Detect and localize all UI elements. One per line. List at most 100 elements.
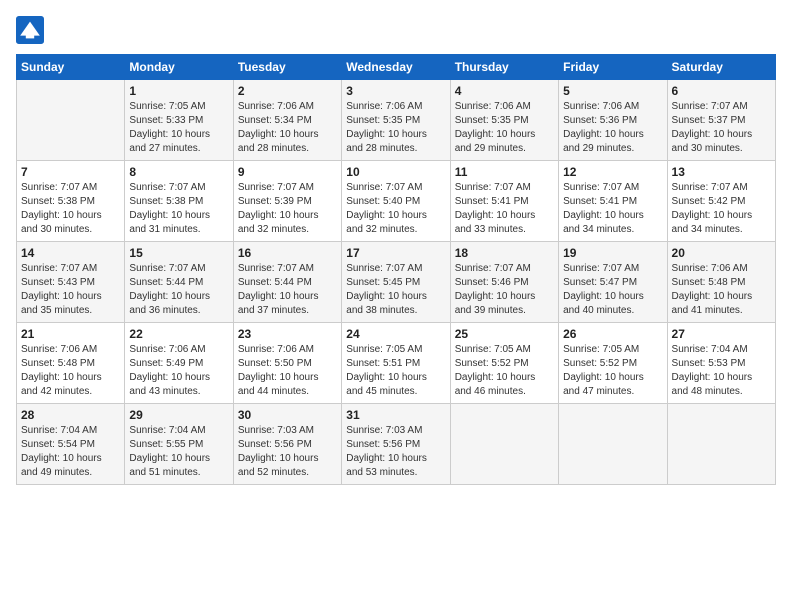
day-number: 29	[129, 408, 228, 422]
day-info: Sunrise: 7:07 AMSunset: 5:43 PMDaylight:…	[21, 262, 120, 318]
calendar-cell: 18 Sunrise: 7:07 AMSunset: 5:46 PMDayligh…	[450, 242, 558, 323]
weekday-header-thursday: Thursday	[450, 55, 558, 80]
calendar-header	[16, 16, 776, 44]
calendar-cell: 15 Sunrise: 7:07 AMSunset: 5:44 PMDayligh…	[125, 242, 233, 323]
weekday-header-saturday: Saturday	[667, 55, 775, 80]
calendar-cell: 25 Sunrise: 7:05 AMSunset: 5:52 PMDayligh…	[450, 323, 558, 404]
calendar-cell: 26 Sunrise: 7:05 AMSunset: 5:52 PMDayligh…	[559, 323, 667, 404]
day-number: 14	[21, 246, 120, 260]
day-number: 13	[672, 165, 771, 179]
day-number: 4	[455, 84, 554, 98]
calendar-cell: 29 Sunrise: 7:04 AMSunset: 5:55 PMDayligh…	[125, 404, 233, 485]
calendar-cell: 21 Sunrise: 7:06 AMSunset: 5:48 PMDayligh…	[17, 323, 125, 404]
day-info: Sunrise: 7:06 AMSunset: 5:50 PMDaylight:…	[238, 343, 337, 399]
day-number: 7	[21, 165, 120, 179]
calendar-cell	[450, 404, 558, 485]
weekday-header-row: SundayMondayTuesdayWednesdayThursdayFrid…	[17, 55, 776, 80]
day-info: Sunrise: 7:07 AMSunset: 5:38 PMDaylight:…	[129, 181, 228, 237]
day-number: 21	[21, 327, 120, 341]
week-row-3: 14 Sunrise: 7:07 AMSunset: 5:43 PMDayligh…	[17, 242, 776, 323]
day-info: Sunrise: 7:03 AMSunset: 5:56 PMDaylight:…	[346, 424, 445, 480]
calendar-cell: 5 Sunrise: 7:06 AMSunset: 5:36 PMDaylight…	[559, 80, 667, 161]
day-info: Sunrise: 7:05 AMSunset: 5:52 PMDaylight:…	[563, 343, 662, 399]
day-number: 24	[346, 327, 445, 341]
calendar-cell: 19 Sunrise: 7:07 AMSunset: 5:47 PMDayligh…	[559, 242, 667, 323]
calendar-cell: 17Sunrise: 7:07 AMSunset: 5:45 PMDayligh…	[342, 242, 450, 323]
day-info: Sunrise: 7:06 AMSunset: 5:35 PMDaylight:…	[346, 100, 445, 156]
weekday-header-tuesday: Tuesday	[233, 55, 341, 80]
calendar-cell: 9Sunrise: 7:07 AMSunset: 5:39 PMDaylight…	[233, 161, 341, 242]
calendar-cell: 1Sunrise: 7:05 AMSunset: 5:33 PMDaylight…	[125, 80, 233, 161]
calendar-cell: 22 Sunrise: 7:06 AMSunset: 5:49 PMDayligh…	[125, 323, 233, 404]
week-row-1: 1Sunrise: 7:05 AMSunset: 5:33 PMDaylight…	[17, 80, 776, 161]
day-number: 5	[563, 84, 662, 98]
day-number: 22	[129, 327, 228, 341]
day-number: 11	[455, 165, 554, 179]
calendar-cell	[17, 80, 125, 161]
calendar-cell: 8 Sunrise: 7:07 AMSunset: 5:38 PMDaylight…	[125, 161, 233, 242]
calendar-cell: 2Sunrise: 7:06 AMSunset: 5:34 PMDaylight…	[233, 80, 341, 161]
day-info: Sunrise: 7:06 AMSunset: 5:36 PMDaylight:…	[563, 100, 662, 156]
day-info: Sunrise: 7:07 AMSunset: 5:47 PMDaylight:…	[563, 262, 662, 318]
week-row-4: 21 Sunrise: 7:06 AMSunset: 5:48 PMDayligh…	[17, 323, 776, 404]
weekday-header-friday: Friday	[559, 55, 667, 80]
day-number: 23	[238, 327, 337, 341]
day-number: 20	[672, 246, 771, 260]
day-number: 15	[129, 246, 228, 260]
day-number: 25	[455, 327, 554, 341]
day-info: Sunrise: 7:07 AMSunset: 5:40 PMDaylight:…	[346, 181, 445, 237]
day-info: Sunrise: 7:06 AMSunset: 5:34 PMDaylight:…	[238, 100, 337, 156]
calendar-cell: 4Sunrise: 7:06 AMSunset: 5:35 PMDaylight…	[450, 80, 558, 161]
day-number: 8	[129, 165, 228, 179]
day-info: Sunrise: 7:05 AMSunset: 5:33 PMDaylight:…	[129, 100, 228, 156]
day-info: Sunrise: 7:07 AMSunset: 5:41 PMDaylight:…	[563, 181, 662, 237]
day-info: Sunrise: 7:06 AMSunset: 5:48 PMDaylight:…	[672, 262, 771, 318]
day-number: 19	[563, 246, 662, 260]
calendar-container: SundayMondayTuesdayWednesdayThursdayFrid…	[0, 0, 792, 495]
day-info: Sunrise: 7:07 AMSunset: 5:46 PMDaylight:…	[455, 262, 554, 318]
day-info: Sunrise: 7:04 AMSunset: 5:54 PMDaylight:…	[21, 424, 120, 480]
calendar-cell: 31 Sunrise: 7:03 AMSunset: 5:56 PMDayligh…	[342, 404, 450, 485]
calendar-cell: 3 Sunrise: 7:06 AMSunset: 5:35 PMDaylight…	[342, 80, 450, 161]
day-info: Sunrise: 7:06 AMSunset: 5:49 PMDaylight:…	[129, 343, 228, 399]
calendar-cell: 10 Sunrise: 7:07 AMSunset: 5:40 PMDayligh…	[342, 161, 450, 242]
day-info: Sunrise: 7:04 AMSunset: 5:55 PMDaylight:…	[129, 424, 228, 480]
calendar-cell: 24 Sunrise: 7:05 AMSunset: 5:51 PMDayligh…	[342, 323, 450, 404]
weekday-header-sunday: Sunday	[17, 55, 125, 80]
weekday-header-monday: Monday	[125, 55, 233, 80]
calendar-cell: 13 Sunrise: 7:07 AMSunset: 5:42 PMDayligh…	[667, 161, 775, 242]
day-number: 27	[672, 327, 771, 341]
calendar-cell: 27Sunrise: 7:04 AMSunset: 5:53 PMDayligh…	[667, 323, 775, 404]
day-number: 16	[238, 246, 337, 260]
day-info: Sunrise: 7:07 AMSunset: 5:38 PMDaylight:…	[21, 181, 120, 237]
calendar-cell: 11 Sunrise: 7:07 AMSunset: 5:41 PMDayligh…	[450, 161, 558, 242]
day-number: 3	[346, 84, 445, 98]
day-info: Sunrise: 7:07 AMSunset: 5:45 PMDaylight:…	[346, 262, 445, 318]
day-info: Sunrise: 7:05 AMSunset: 5:51 PMDaylight:…	[346, 343, 445, 399]
day-number: 10	[346, 165, 445, 179]
weekday-header-wednesday: Wednesday	[342, 55, 450, 80]
day-info: Sunrise: 7:05 AMSunset: 5:52 PMDaylight:…	[455, 343, 554, 399]
day-info: Sunrise: 7:07 AMSunset: 5:44 PMDaylight:…	[129, 262, 228, 318]
day-info: Sunrise: 7:07 AMSunset: 5:41 PMDaylight:…	[455, 181, 554, 237]
day-info: Sunrise: 7:07 AMSunset: 5:42 PMDaylight:…	[672, 181, 771, 237]
week-row-2: 7 Sunrise: 7:07 AMSunset: 5:38 PMDaylight…	[17, 161, 776, 242]
day-number: 30	[238, 408, 337, 422]
calendar-cell	[667, 404, 775, 485]
day-info: Sunrise: 7:03 AMSunset: 5:56 PMDaylight:…	[238, 424, 337, 480]
day-number: 18	[455, 246, 554, 260]
day-info: Sunrise: 7:07 AMSunset: 5:44 PMDaylight:…	[238, 262, 337, 318]
day-info: Sunrise: 7:07 AMSunset: 5:39 PMDaylight:…	[238, 181, 337, 237]
calendar-cell: 30 Sunrise: 7:03 AMSunset: 5:56 PMDayligh…	[233, 404, 341, 485]
day-info: Sunrise: 7:06 AMSunset: 5:48 PMDaylight:…	[21, 343, 120, 399]
day-number: 12	[563, 165, 662, 179]
calendar-cell: 20 Sunrise: 7:06 AMSunset: 5:48 PMDayligh…	[667, 242, 775, 323]
calendar-cell: 16 Sunrise: 7:07 AMSunset: 5:44 PMDayligh…	[233, 242, 341, 323]
day-info: Sunrise: 7:07 AMSunset: 5:37 PMDaylight:…	[672, 100, 771, 156]
calendar-cell	[559, 404, 667, 485]
day-number: 26	[563, 327, 662, 341]
day-number: 28	[21, 408, 120, 422]
day-number: 31	[346, 408, 445, 422]
logo-icon	[16, 16, 44, 44]
calendar-cell: 7 Sunrise: 7:07 AMSunset: 5:38 PMDaylight…	[17, 161, 125, 242]
